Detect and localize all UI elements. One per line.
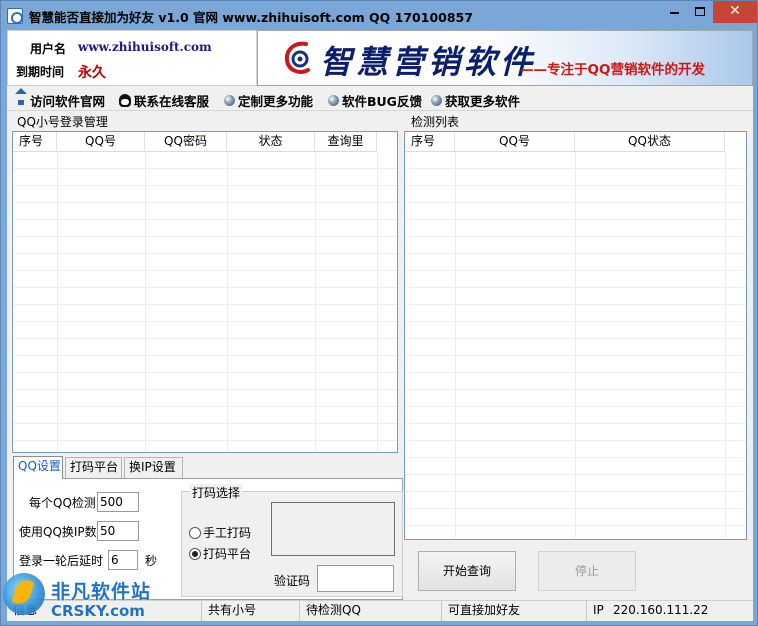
watermark: 非凡软件站 CRSKY.com [1, 567, 171, 626]
captcha-code-label: 验证码 [274, 574, 311, 588]
watermark-en: CRSKY.com [51, 602, 145, 620]
status-pending-qq: 待检测QQ [299, 601, 361, 621]
status-direct-add: 可直接加好友 [441, 601, 520, 621]
col-qq-number[interactable]: QQ号 [57, 132, 145, 152]
status-account-count: 共有小号 [201, 601, 256, 621]
app-window: 智慧能否直接加为好友 v1.0 官网 www.zhihuisoft.com QQ… [0, 0, 758, 626]
switch-ip-label: 使用QQ换IP数 [19, 525, 97, 539]
customize-features-label: 定制更多功能 [238, 93, 314, 109]
contact-support-label: 联系在线客服 [134, 93, 210, 109]
username-value: www.zhihuisoft.com [78, 40, 212, 54]
orb-icon [431, 94, 442, 106]
close-icon: ✕ [729, 3, 741, 19]
client-area: 用户名 www.zhihuisoft.com 到期时间 永久 智慧营销软件 ——… [7, 30, 753, 621]
minimize-button[interactable] [661, 1, 687, 23]
start-query-button[interactable]: 开始查询 [418, 551, 516, 591]
captcha-code-input[interactable] [317, 565, 394, 592]
brand-banner[interactable]: 智慧营销软件 ——专注于QQ营销软件的开发 [257, 30, 753, 86]
contact-support-link[interactable]: 联系在线客服 [119, 91, 209, 109]
toolbar: 访问软件官网 联系在线客服 定制更多功能 软件BUG反馈 获取更多软件 [7, 87, 753, 111]
col-qq-status[interactable]: QQ状态 [575, 132, 725, 152]
app-icon [7, 8, 23, 24]
brand-logo-icon [284, 41, 310, 74]
expiry-value: 永久 [78, 65, 106, 81]
account-table-rows [13, 152, 397, 452]
user-info-panel: 用户名 www.zhihuisoft.com 到期时间 永久 [7, 30, 257, 86]
radio-icon [189, 526, 201, 539]
check-list-table[interactable]: 序号 QQ号 QQ状态 [404, 131, 747, 540]
col-index[interactable]: 序号 [405, 132, 455, 152]
visit-website-link[interactable]: 访问软件官网 [15, 88, 106, 109]
account-table[interactable]: 序号 QQ号 QQ密码 状态 查询里 [12, 131, 398, 453]
per-qq-check-input[interactable]: 500 [97, 492, 139, 512]
maximize-button[interactable] [687, 1, 713, 23]
platform-captcha-label: 打码平台 [203, 547, 252, 561]
tab-ip-settings[interactable]: 换IP设置 [124, 457, 183, 478]
status-ip-label: IP [586, 601, 604, 621]
col-status[interactable]: 状态 [227, 132, 315, 152]
title-bar[interactable]: 智慧能否直接加为好友 v1.0 官网 www.zhihuisoft.com QQ… [1, 1, 757, 30]
col-qq-number[interactable]: QQ号 [455, 132, 575, 152]
stop-button[interactable]: 停止 [538, 551, 636, 591]
platform-captcha-radio[interactable]: 打码平台 [189, 545, 251, 562]
radio-selected-icon [189, 547, 201, 560]
banner-slogan: ——专注于QQ营销软件的开发 [520, 62, 705, 78]
tab-captcha-platform[interactable]: 打码平台 [65, 457, 122, 478]
more-software-link[interactable]: 获取更多软件 [431, 91, 520, 109]
check-list-header: 序号 QQ号 QQ状态 [405, 132, 725, 152]
expiry-label: 到期时间 [16, 65, 65, 79]
username-label: 用户名 [30, 42, 67, 56]
home-icon [15, 88, 27, 106]
status-ip-value: 220.160.111.22 [613, 603, 709, 617]
tab-qq-settings[interactable]: QQ设置 [13, 456, 63, 479]
col-query-count[interactable]: 查询里 [315, 132, 377, 152]
minimize-icon [669, 12, 679, 14]
captcha-image [271, 502, 395, 556]
visit-website-label: 访问软件官网 [30, 93, 106, 109]
watermark-cn: 非凡软件站 [51, 581, 152, 603]
per-qq-check-label: 每个QQ检测 [29, 496, 96, 510]
banner-brand-text: 智慧营销软件 [320, 43, 537, 81]
bug-feedback-label: 软件BUG反馈 [342, 93, 422, 109]
bug-feedback-link[interactable]: 软件BUG反馈 [328, 91, 422, 109]
manual-captcha-radio[interactable]: 手工打码 [189, 524, 251, 541]
maximize-icon [695, 7, 705, 16]
col-qq-password[interactable]: QQ密码 [145, 132, 227, 152]
orb-icon [328, 94, 339, 106]
col-index[interactable]: 序号 [13, 132, 57, 152]
more-software-label: 获取更多软件 [445, 93, 521, 109]
manual-captcha-label: 手工打码 [203, 526, 252, 540]
qq-penguin-icon [119, 93, 131, 107]
account-panel-title: QQ小号登录管理 [17, 113, 108, 130]
account-table-header: 序号 QQ号 QQ密码 状态 查询里 [13, 132, 377, 152]
customize-features-link[interactable]: 定制更多功能 [224, 91, 313, 109]
captcha-group: 打码选择 手工打码 打码平台 验证码 [181, 484, 403, 597]
orb-icon [224, 94, 235, 106]
close-button[interactable]: ✕ [713, 1, 757, 23]
check-list-title: 检测列表 [411, 113, 460, 130]
captcha-group-title: 打码选择 [190, 484, 243, 501]
switch-ip-input[interactable]: 50 [97, 521, 139, 541]
window-title: 智慧能否直接加为好友 v1.0 官网 www.zhihuisoft.com QQ… [29, 10, 473, 25]
